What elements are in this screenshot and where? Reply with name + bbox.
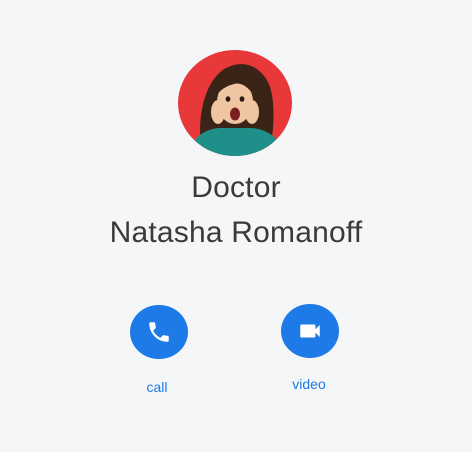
contact-avatar [178, 50, 292, 156]
contact-name: Natasha Romanoff [109, 216, 363, 249]
call-button[interactable] [130, 305, 188, 359]
contact-title: Doctor [191, 171, 281, 204]
call-label[interactable]: call [117, 378, 197, 396]
phone-icon [149, 322, 169, 342]
video-button[interactable] [281, 304, 339, 358]
video-label[interactable]: video [269, 375, 349, 393]
avatar-photo [178, 50, 292, 156]
video-camera-icon [300, 324, 320, 338]
